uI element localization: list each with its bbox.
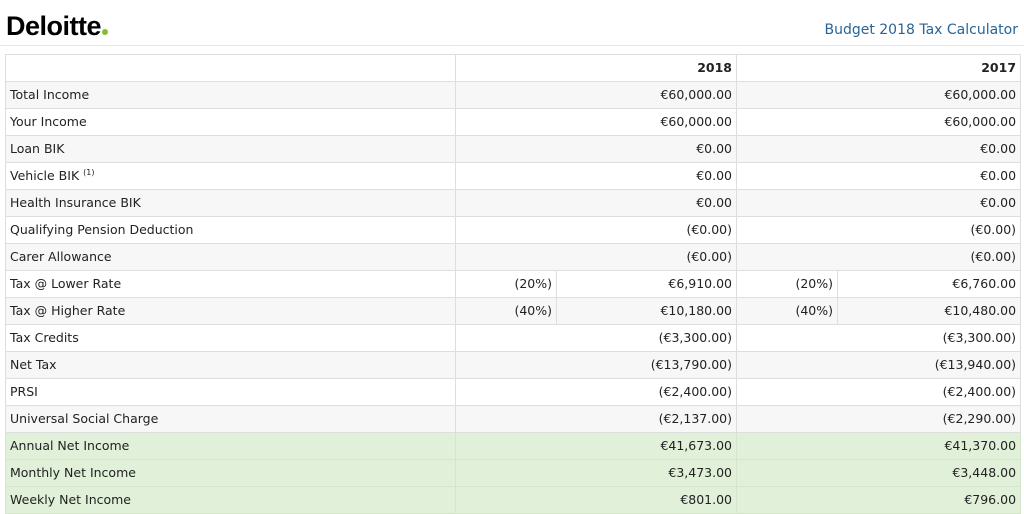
value-2017: €60,000.00 [736, 108, 1022, 136]
value-2018: (€13,790.00) [454, 351, 738, 379]
row-label: Loan BIK [5, 135, 456, 163]
page-header: Deloitte Budget 2018 Tax Calculator [0, 0, 1024, 46]
column-header-2017: 2017 [736, 54, 1022, 82]
row-label: Vehicle BIK [10, 168, 80, 183]
rate-2017: (20%) [736, 270, 839, 298]
value-2018: €0.00 [454, 189, 738, 217]
row-label: Tax @ Lower Rate [5, 270, 456, 298]
value-2017: (€3,300.00) [736, 324, 1022, 352]
table-row-annual-net-income: Annual Net Income €41,673.00 €41,370.00 [5, 432, 1022, 460]
value-2017: €10,480.00 [837, 297, 1022, 325]
value-2017: €0.00 [736, 135, 1022, 163]
value-2018: (€0.00) [454, 243, 738, 271]
row-label: Universal Social Charge [5, 405, 456, 433]
value-2017: €60,000.00 [736, 81, 1022, 109]
value-2018: €6,910.00 [555, 270, 738, 298]
value-2018: €0.00 [454, 135, 738, 163]
value-2018: €60,000.00 [454, 81, 738, 109]
row-label: Net Tax [5, 351, 456, 379]
table-row-pension-deduction: Qualifying Pension Deduction (€0.00) (€0… [5, 216, 1022, 244]
value-2017: €796.00 [736, 486, 1022, 514]
value-2017: (€13,940.00) [736, 351, 1022, 379]
table-row-carer-allowance: Carer Allowance (€0.00) (€0.00) [5, 243, 1022, 271]
value-2017: (€2,400.00) [736, 378, 1022, 406]
table-row-monthly-net-income: Monthly Net Income €3,473.00 €3,448.00 [5, 459, 1022, 487]
row-label: Annual Net Income [5, 432, 456, 460]
row-label: Health Insurance BIK [5, 189, 456, 217]
row-label: Tax Credits [5, 324, 456, 352]
rate-2018: (40%) [455, 297, 557, 325]
value-2017: €6,760.00 [837, 270, 1022, 298]
value-2017: €3,448.00 [736, 459, 1022, 487]
value-2017: €0.00 [736, 189, 1022, 217]
table-row-tax-credits: Tax Credits (€3,300.00) (€3,300.00) [5, 324, 1022, 352]
tax-calculation-table: 2018 2017 Total Income €60,000.00 €60,00… [5, 54, 1022, 514]
value-2018: (€3,300.00) [454, 324, 738, 352]
value-2018: (€2,137.00) [454, 405, 738, 433]
row-label: Monthly Net Income [5, 459, 456, 487]
value-2018: (€0.00) [454, 216, 738, 244]
column-header-2018: 2018 [454, 54, 738, 82]
table-row-vehicle-bik: Vehicle BIK (1) €0.00 €0.00 [5, 162, 1022, 190]
value-2018: €801.00 [454, 486, 738, 514]
logo-text: Deloitte [6, 11, 102, 41]
row-label: Qualifying Pension Deduction [5, 216, 456, 244]
header-label-cell [5, 54, 456, 82]
row-label-cell: Vehicle BIK (1) [5, 162, 456, 190]
footnote-marker[interactable]: (1) [83, 168, 94, 177]
value-2018: €60,000.00 [454, 108, 738, 136]
row-label: Carer Allowance [5, 243, 456, 271]
table-row-your-income: Your Income €60,000.00 €60,000.00 [5, 108, 1022, 136]
table-row-total-income: Total Income €60,000.00 €60,000.00 [5, 81, 1022, 109]
value-2018: €41,673.00 [454, 432, 738, 460]
table-header-row: 2018 2017 [5, 54, 1022, 82]
value-2018: €10,180.00 [555, 297, 738, 325]
row-label: PRSI [5, 378, 456, 406]
value-2017: (€0.00) [736, 243, 1022, 271]
value-2017: (€0.00) [736, 216, 1022, 244]
value-2018: €3,473.00 [454, 459, 738, 487]
table-row-prsi: PRSI (€2,400.00) (€2,400.00) [5, 378, 1022, 406]
logo-dot-icon [102, 29, 109, 35]
table-row-loan-bik: Loan BIK €0.00 €0.00 [5, 135, 1022, 163]
value-2018: €0.00 [454, 162, 738, 190]
value-2017: (€2,290.00) [736, 405, 1022, 433]
table-row-health-insurance-bik: Health Insurance BIK €0.00 €0.00 [5, 189, 1022, 217]
app-title-link[interactable]: Budget 2018 Tax Calculator [824, 20, 1018, 40]
table-row-tax-higher-rate: Tax @ Higher Rate (40%) €10,180.00 (40%)… [5, 297, 1022, 325]
value-2018: (€2,400.00) [454, 378, 738, 406]
table-row-usc: Universal Social Charge (€2,137.00) (€2,… [5, 405, 1022, 433]
table-row-net-tax: Net Tax (€13,790.00) (€13,940.00) [5, 351, 1022, 379]
deloitte-logo[interactable]: Deloitte [6, 11, 109, 41]
row-label: Tax @ Higher Rate [5, 297, 456, 325]
table-row-tax-lower-rate: Tax @ Lower Rate (20%) €6,910.00 (20%) €… [5, 270, 1022, 298]
row-label: Total Income [5, 81, 456, 109]
row-label: Your Income [5, 108, 456, 136]
value-2017: €0.00 [736, 162, 1022, 190]
table-row-weekly-net-income: Weekly Net Income €801.00 €796.00 [5, 486, 1022, 514]
rate-2017: (40%) [736, 297, 839, 325]
rate-2018: (20%) [455, 270, 557, 298]
value-2017: €41,370.00 [736, 432, 1022, 460]
row-label: Weekly Net Income [5, 486, 456, 514]
